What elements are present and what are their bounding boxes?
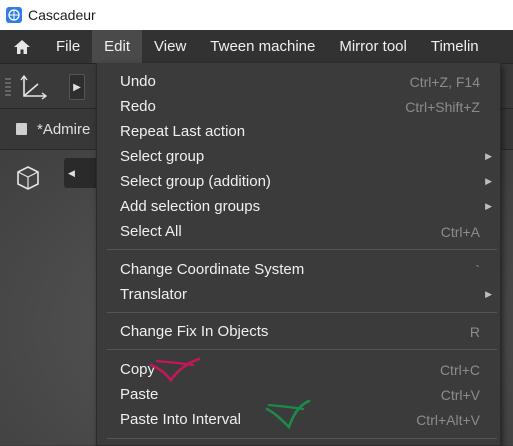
submenu-arrow-icon: ▶ (485, 151, 492, 161)
menu-timeline[interactable]: Timelin (419, 30, 491, 63)
cube-icon[interactable] (14, 164, 42, 192)
menu-item-change-coordinate-system[interactable]: Change Coordinate System ` (97, 257, 500, 282)
window-title: Cascadeur (28, 7, 96, 23)
triangle-left-icon: ◀ (68, 167, 75, 178)
menu-item-select-group-addition[interactable]: Select group (addition) ▶ (97, 169, 500, 194)
menu-item-undo[interactable]: Undo Ctrl+Z, F14 (97, 69, 500, 94)
menu-item-shortcut: Ctrl+Shift+Z (405, 98, 480, 115)
menu-view[interactable]: View (142, 30, 198, 63)
menu-file[interactable]: File (44, 30, 92, 63)
menu-divider (107, 438, 497, 439)
menu-item-translator[interactable]: Translator ▶ (97, 282, 500, 307)
menu-item-label: Change Fix In Objects (120, 323, 269, 340)
menu-item-shortcut: Ctrl+A (440, 223, 480, 240)
menu-item-label: Undo (120, 73, 156, 90)
menu-item-shortcut: Ctrl+Z, F14 (409, 73, 480, 90)
home-icon (14, 39, 30, 54)
menu-item-shortcut: ` (475, 261, 480, 278)
menu-item-repeat-last-action[interactable]: Repeat Last action (97, 119, 500, 144)
menu-item-label: Paste (120, 386, 159, 403)
home-button[interactable] (0, 30, 44, 63)
menu-divider (107, 312, 497, 313)
title-bar: Cascadeur (0, 0, 513, 30)
cascadeur-logo-icon (6, 7, 22, 23)
menu-item-select-group[interactable]: Select group ▶ (97, 144, 500, 169)
menu-mirror-tool[interactable]: Mirror tool (327, 30, 419, 63)
menu-item-label: Repeat Last action (120, 123, 246, 140)
menu-item-shortcut: Ctrl+V (440, 386, 480, 403)
menu-item-label: Paste Into Interval (120, 411, 241, 428)
menu-item-shortcut: R (469, 323, 480, 340)
menu-item-label: Translator (120, 286, 187, 303)
menu-tween-machine[interactable]: Tween machine (198, 30, 327, 63)
menu-item-label: Select All (120, 223, 182, 240)
submenu-arrow-icon: ▶ (485, 176, 492, 186)
checkmark-annotation-paste-into-interval (265, 399, 311, 430)
menu-item-change-fix-in-objects[interactable]: Change Fix In Objects R (97, 319, 500, 344)
submenu-arrow-icon: ▶ (485, 289, 492, 299)
menu-bar: File Edit View Tween machine Mirror tool… (0, 30, 513, 64)
menu-divider (107, 249, 497, 250)
edit-menu-dropdown: Undo Ctrl+Z, F14 Redo Ctrl+Shift+Z Repea… (96, 63, 501, 446)
menu-item-label: Change Coordinate System (120, 261, 305, 278)
menu-item-shortcut: Ctrl+C (439, 361, 480, 378)
menu-item-select-all[interactable]: Select All Ctrl+A (97, 219, 500, 244)
menu-item-label: Select group (addition) (120, 173, 271, 190)
menu-item-label: Redo (120, 98, 156, 115)
toolbar-expand-button[interactable]: ▶ (69, 74, 85, 100)
toolbar-grip[interactable] (5, 78, 11, 96)
document-icon (16, 123, 27, 135)
menu-item-add-selection-groups[interactable]: Add selection groups ▶ (97, 194, 500, 219)
axes-icon[interactable] (20, 74, 48, 100)
menu-item-label: Select group (120, 148, 205, 165)
menu-item-label: Add selection groups (120, 198, 261, 215)
submenu-arrow-icon: ▶ (485, 201, 492, 211)
document-tab[interactable]: *Admire (37, 121, 90, 138)
menu-divider (107, 349, 497, 350)
menu-item-shortcut: Ctrl+Alt+V (416, 411, 480, 428)
checkmark-annotation-copy (149, 357, 201, 383)
menu-edit[interactable]: Edit (92, 30, 143, 63)
viewport-mode-button[interactable]: ◀ (64, 158, 100, 188)
menu-item-redo[interactable]: Redo Ctrl+Shift+Z (97, 94, 500, 119)
